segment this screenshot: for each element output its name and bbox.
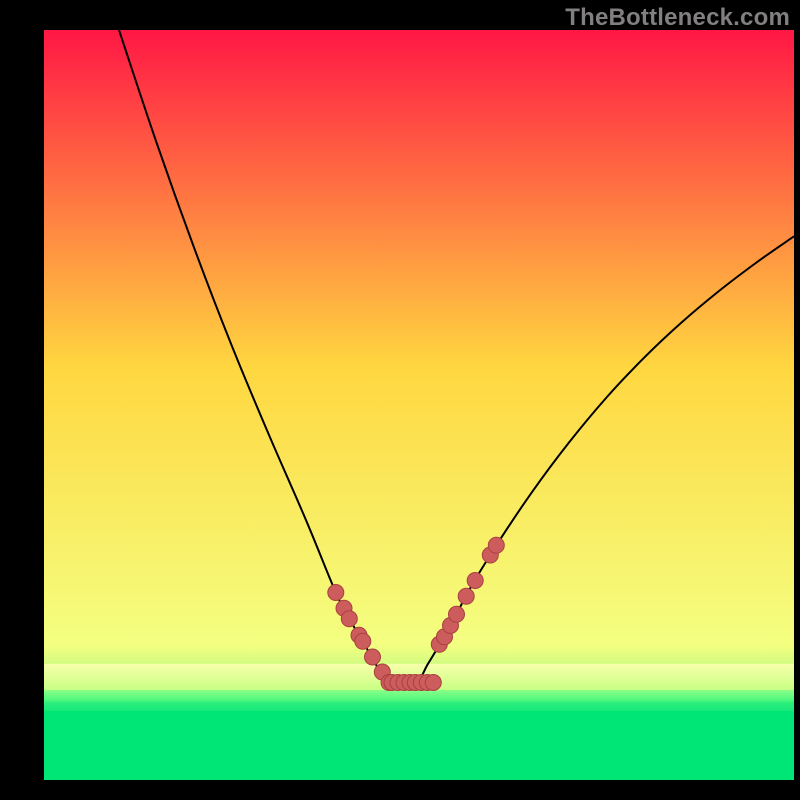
- gradient-band: [44, 701, 794, 711]
- data-dot: [365, 649, 381, 665]
- data-dot: [458, 588, 474, 604]
- data-dot: [425, 675, 441, 691]
- data-dot: [449, 606, 465, 622]
- data-dot: [341, 611, 357, 627]
- data-dot: [467, 573, 483, 589]
- gradient-band: [44, 690, 794, 701]
- data-dot: [328, 585, 344, 601]
- gradient-band: [44, 711, 794, 780]
- bottleneck-chart: [44, 30, 794, 780]
- chart-frame: TheBottleneck.com: [0, 0, 800, 800]
- watermark-text: TheBottleneck.com: [565, 4, 790, 32]
- data-dot: [355, 633, 371, 649]
- data-dot: [488, 537, 504, 553]
